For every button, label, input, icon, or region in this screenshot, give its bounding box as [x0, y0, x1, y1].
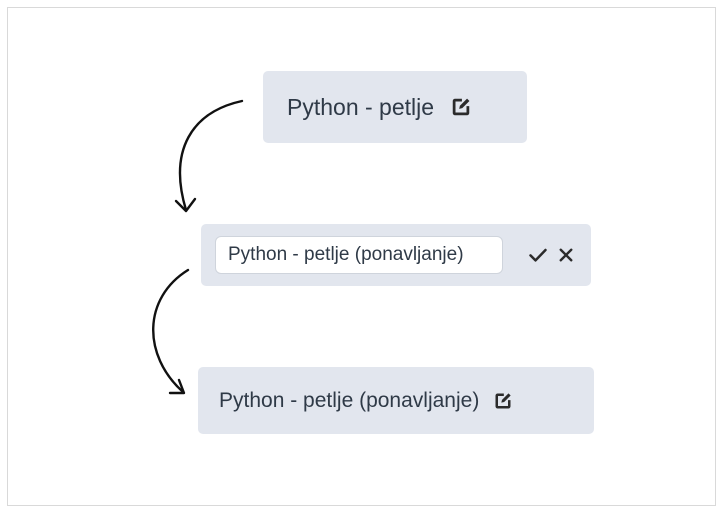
confirm-button[interactable]: [527, 244, 549, 266]
edit-icon[interactable]: [450, 96, 472, 118]
edit-icon[interactable]: [493, 391, 513, 411]
title-chip-view: Python - petlje: [263, 71, 527, 143]
title-chip-saved: Python - petlje (ponavljanje): [198, 367, 594, 434]
cancel-button[interactable]: [555, 244, 577, 266]
close-icon: [559, 248, 573, 262]
saved-title-label: Python - petlje (ponavljanje): [219, 388, 480, 412]
title-chip-edit: [201, 224, 591, 286]
check-icon: [529, 248, 547, 262]
title-input[interactable]: [215, 236, 503, 274]
title-label: Python - petlje: [287, 93, 435, 120]
